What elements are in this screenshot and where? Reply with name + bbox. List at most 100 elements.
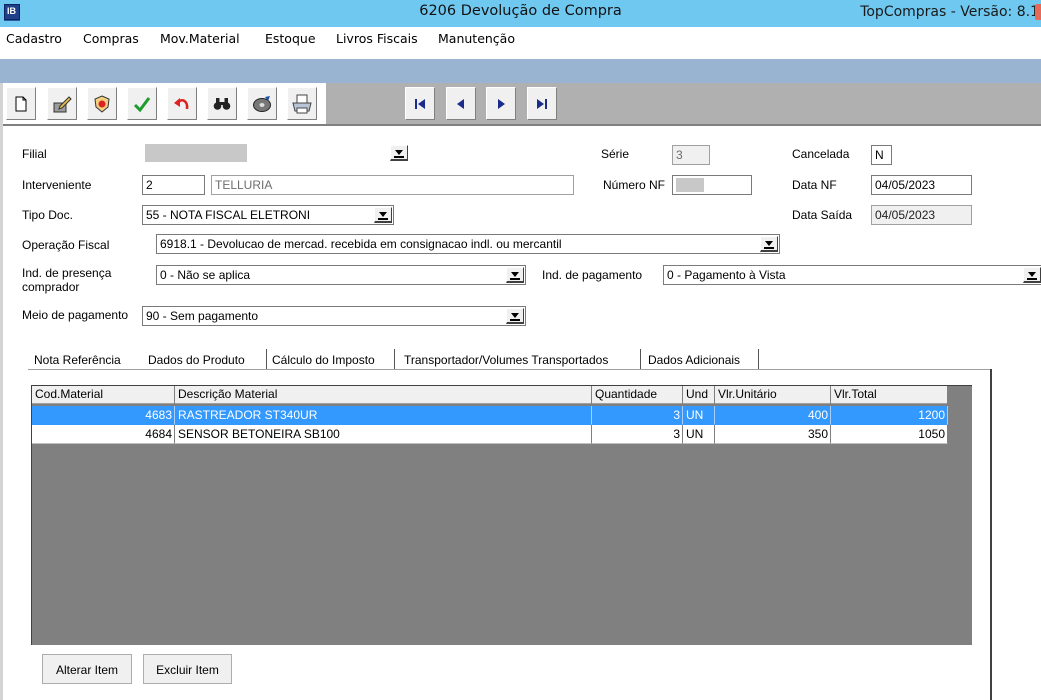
menu-bar: Cadastro Compras Mov.Material Estoque Li… (0, 27, 1041, 51)
column-header-vlr-unitario[interactable]: Vlr.Unitário (715, 386, 831, 404)
column-header-cod-material[interactable]: Cod.Material (32, 386, 175, 404)
confirm-check-icon (133, 96, 151, 112)
cell-descricao: SENSOR BETONEIRA SB100 (175, 425, 592, 444)
previous-record-button[interactable] (446, 87, 476, 120)
ind-presenca-label-line2: comprador (22, 280, 80, 294)
filial-label: Filial (22, 147, 47, 161)
first-record-icon (415, 98, 425, 109)
serie-field[interactable]: 3 (672, 145, 710, 165)
ind-pagamento-dropdown-arrow-icon[interactable] (1023, 267, 1041, 283)
column-header-quantidade[interactable]: Quantidade (592, 386, 683, 404)
menu-cadastro[interactable]: Cadastro (6, 31, 62, 46)
filial-dropdown-arrow-icon[interactable] (390, 145, 408, 161)
window-title: 6206 Devolução de Compra (419, 3, 622, 19)
meio-pagamento-label: Meio de pagamento (22, 308, 129, 322)
tab-calculo-do-imposto[interactable]: Cálculo do Imposto (272, 353, 375, 367)
tab-separator (640, 349, 641, 370)
menu-manutencao[interactable]: Manutenção (438, 31, 515, 46)
serie-label: Série (601, 147, 630, 161)
tab-dados-adicionais[interactable]: Dados Adicionais (648, 353, 740, 367)
ind-pagamento-label: Ind. de pagamento (542, 268, 643, 282)
menu-mov-material[interactable]: Mov.Material (160, 31, 240, 46)
new-document-icon (15, 96, 27, 111)
new-button[interactable] (6, 87, 36, 120)
tab-separator (394, 349, 395, 370)
cell-vlr-total: 1050 (831, 425, 948, 444)
interveniente-label: Interveniente (22, 178, 92, 192)
last-record-button[interactable] (527, 87, 557, 120)
print-button[interactable] (287, 87, 317, 120)
cell-cod-material: 4683 (32, 406, 175, 425)
last-record-icon (537, 98, 547, 109)
undo-button[interactable] (167, 87, 197, 120)
next-record-button[interactable] (486, 87, 516, 120)
tipo-doc-select[interactable]: 55 - NOTA FISCAL ELETRONI (142, 205, 394, 225)
disk-icon (253, 95, 271, 112)
edit-button[interactable] (47, 87, 77, 120)
column-header-und[interactable]: Und (683, 386, 715, 404)
interveniente-name-field[interactable]: TELLURIA (211, 175, 574, 195)
cell-und: UN (683, 425, 715, 444)
grid-header: Cod.Material Descrição Material Quantida… (32, 386, 948, 404)
data-saida-label: Data Saída (792, 208, 853, 222)
table-row[interactable]: 4684 SENSOR BETONEIRA SB100 3 UN 350 105… (32, 425, 948, 444)
filial-redacted (145, 144, 247, 162)
data-nf-label: Data NF (792, 178, 837, 192)
meio-pagamento-select[interactable]: 90 - Sem pagamento (142, 306, 526, 326)
search-binoculars-icon (213, 97, 231, 110)
tab-dados-do-produto[interactable]: Dados do Produto (148, 353, 245, 367)
numero-nf-field[interactable] (672, 175, 752, 195)
cell-quantidade: 3 (592, 406, 683, 425)
first-record-button[interactable] (405, 87, 435, 120)
cell-quantidade: 3 (592, 425, 683, 444)
data-saida-field[interactable]: 04/05/2023 (871, 205, 972, 225)
print-icon (292, 94, 312, 113)
delete-icon (94, 94, 110, 113)
confirm-button[interactable] (127, 87, 157, 120)
tipo-doc-label: Tipo Doc. (22, 208, 73, 222)
menu-compras[interactable]: Compras (83, 31, 139, 46)
tab-separator (758, 349, 759, 370)
disk-button[interactable] (247, 87, 277, 120)
search-button[interactable] (207, 87, 237, 120)
tab-separator (266, 349, 267, 370)
cell-vlr-unitario: 350 (715, 425, 831, 444)
window-title-bar[interactable] (0, 59, 1041, 83)
filial-select[interactable] (142, 143, 410, 163)
menu-estoque[interactable]: Estoque (265, 31, 316, 46)
ind-pagamento-select[interactable]: 0 - Pagamento à Vista (663, 265, 1041, 285)
operacao-fiscal-label: Operação Fiscal (22, 238, 110, 252)
cancelada-field[interactable]: N (871, 145, 892, 165)
excluir-item-button[interactable]: Excluir Item (143, 654, 232, 684)
tab-nota-referencia[interactable]: Nota Referência (34, 353, 121, 367)
cancelada-label: Cancelada (792, 147, 850, 161)
tipo-doc-dropdown-arrow-icon[interactable] (374, 207, 392, 223)
operacao-fiscal-select[interactable]: 6918.1 - Devolucao de mercad. recebida e… (156, 234, 780, 254)
cell-vlr-total: 1200 (831, 406, 948, 425)
column-header-descricao[interactable]: Descrição Material (175, 386, 592, 404)
close-icon[interactable] (1035, 4, 1041, 20)
left-edge (0, 83, 3, 700)
column-header-vlr-total[interactable]: Vlr.Total (831, 386, 948, 404)
ind-presenca-dropdown-arrow-icon[interactable] (506, 267, 524, 283)
menu-livros-fiscais[interactable]: Livros Fiscais (336, 31, 418, 46)
meio-pagamento-dropdown-arrow-icon[interactable] (506, 308, 524, 324)
table-row[interactable]: 4683 RASTREADOR ST340UR 3 UN 400 1200 (32, 406, 948, 425)
previous-record-icon (457, 98, 464, 109)
cell-und: UN (683, 406, 715, 425)
undo-arrow-icon (174, 97, 189, 109)
delete-button[interactable] (87, 87, 117, 120)
tab-transportador[interactable]: Transportador/Volumes Transportados (404, 353, 608, 367)
next-record-icon (498, 98, 505, 109)
toolbar-divider (0, 124, 1041, 126)
interveniente-code-field[interactable]: 2 (142, 175, 205, 195)
data-nf-field[interactable]: 04/05/2023 (871, 175, 972, 195)
ind-presenca-label-line1: Ind. de presença (22, 266, 112, 280)
tab-panel-border (990, 369, 992, 700)
cell-vlr-unitario: 400 (715, 406, 831, 425)
alterar-item-button[interactable]: Alterar Item (42, 654, 132, 684)
operacao-fiscal-dropdown-arrow-icon[interactable] (760, 236, 778, 252)
edit-pencil-icon (53, 95, 72, 112)
product-grid[interactable]: Cod.Material Descrição Material Quantida… (31, 385, 972, 645)
ind-presenca-select[interactable]: 0 - Não se aplica (156, 265, 526, 285)
